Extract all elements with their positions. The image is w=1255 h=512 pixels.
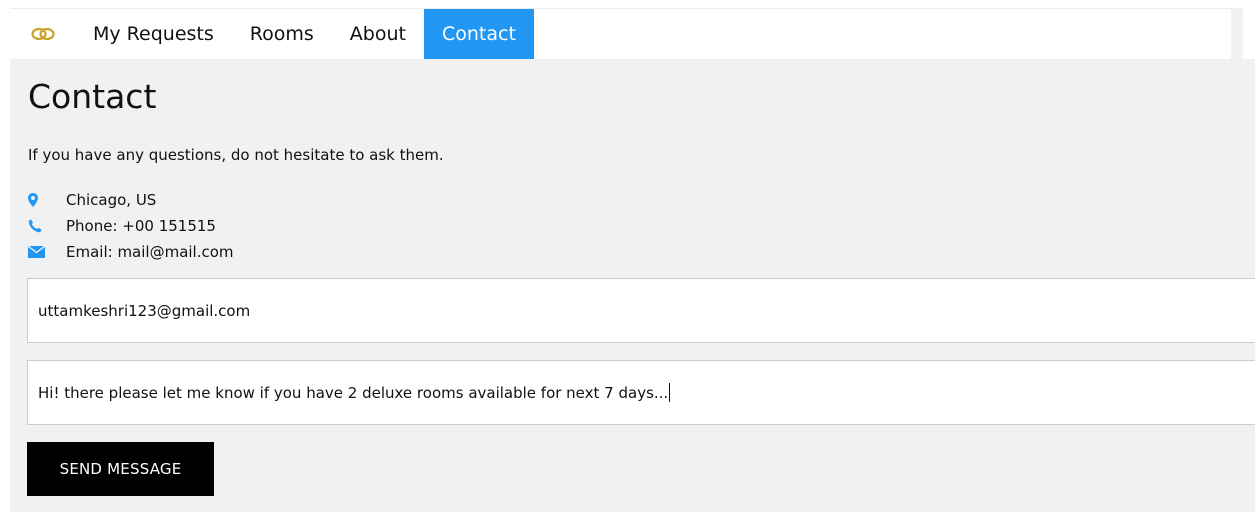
nav-item-my-requests[interactable]: My Requests [75, 9, 232, 59]
contact-intro: If you have any questions, do not hesita… [28, 146, 444, 164]
info-phone: Phone: +00 151515 [28, 213, 234, 239]
info-location: Chicago, US [28, 187, 234, 213]
envelope-icon [28, 246, 66, 258]
page-title: Contact [28, 77, 157, 116]
phone-icon [28, 219, 66, 233]
info-location-text: Chicago, US [66, 191, 157, 209]
contact-info-list: Chicago, US Phone: +00 151515 Email: mai… [28, 187, 234, 265]
logo[interactable] [10, 9, 75, 59]
info-email: Email: mail@mail.com [28, 239, 234, 265]
nav-edge [1231, 9, 1243, 59]
nav-item-contact[interactable]: Contact [423, 9, 534, 59]
send-message-button[interactable]: SEND MESSAGE [27, 442, 214, 496]
email-input[interactable]: uttamkeshri123@gmail.com [27, 278, 1255, 343]
info-email-text: Email: mail@mail.com [66, 243, 234, 261]
message-input-value: Hi! there please let me know if you have… [38, 383, 669, 402]
interlocking-rings-icon [30, 27, 55, 41]
text-caret [669, 383, 671, 402]
nav-item-about[interactable]: About [332, 9, 424, 59]
info-phone-text: Phone: +00 151515 [66, 217, 216, 235]
email-input-value: uttamkeshri123@gmail.com [38, 301, 251, 320]
message-input[interactable]: Hi! there please let me know if you have… [27, 360, 1255, 425]
page: My Requests Rooms About Contact Contact … [0, 0, 1255, 512]
top-navbar: My Requests Rooms About Contact [10, 8, 1243, 59]
map-marker-icon [28, 193, 66, 207]
contact-section: Contact If you have any questions, do no… [10, 59, 1255, 512]
nav-item-rooms[interactable]: Rooms [232, 9, 332, 59]
